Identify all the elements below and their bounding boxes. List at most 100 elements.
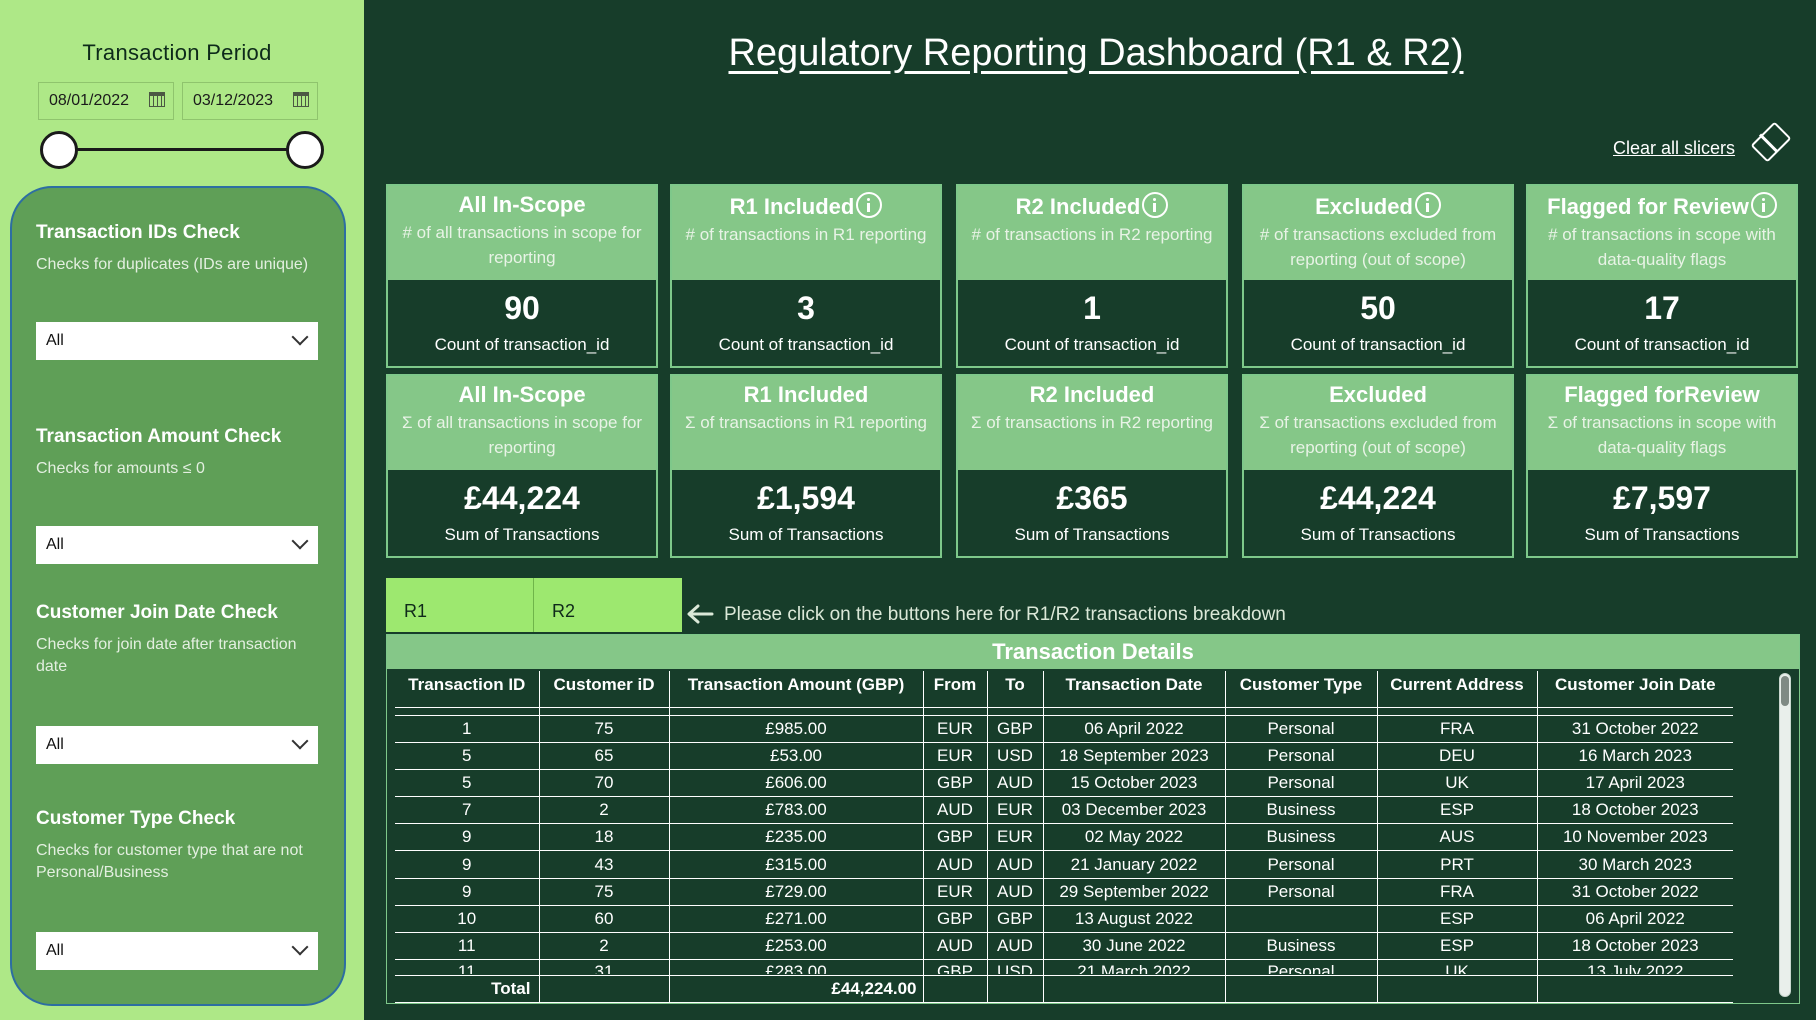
table-cell: 18 October 2023 — [1537, 932, 1733, 961]
table-cell: Personal — [1225, 850, 1378, 879]
breakdown-hint: Please click on the buttons here for R1/… — [724, 604, 1286, 625]
slider-start-handle[interactable] — [40, 131, 78, 169]
table-row[interactable]: 11 31 £283.00 GBP USD 21 March 2022 Personal UK… — [395, 959, 1733, 977]
table-cell: 18 October 2023 — [1537, 796, 1733, 825]
table-cell: £783.00 — [669, 796, 924, 825]
r2-button[interactable]: R2 — [534, 578, 682, 632]
table-cell: 03 December 2023 — [1043, 796, 1226, 825]
card-title: All In-Scope — [458, 382, 586, 407]
clear-slicers-button[interactable]: Clear all slicers — [1613, 138, 1735, 159]
table-cell: 13 July 2022 — [1537, 959, 1733, 977]
check-description: Checks for amounts ≤ 0 — [36, 460, 205, 477]
table-cell: Business — [1225, 932, 1378, 961]
table-cell — [1225, 905, 1378, 934]
table-cell: AUD — [987, 769, 1044, 798]
chevron-down-icon[interactable] — [291, 732, 309, 750]
info-icon[interactable] — [1142, 192, 1169, 218]
chevron-down-icon[interactable] — [291, 328, 309, 346]
table-scrollbar[interactable] — [1779, 673, 1791, 997]
table-row[interactable]: 9 75 £729.00 EUR AUD 29 September 2022 Persona… — [395, 878, 1733, 906]
table-cell: 60 — [539, 905, 670, 934]
table-cell: 31 October 2022 — [1537, 878, 1733, 906]
period-title: Transaction Period — [82, 40, 272, 65]
info-icon[interactable] — [1750, 192, 1777, 218]
table-cell: 10 November 2023 — [1537, 823, 1733, 852]
transaction-ids-dropdown[interactable]: All — [36, 322, 318, 360]
r1-button[interactable]: R1 — [386, 578, 534, 632]
table-cell: 17 April 2023 — [1537, 769, 1733, 798]
table-row[interactable]: 11 2 £253.00 AUD AUD 30 June 2022 Business ESP 1… — [395, 932, 1733, 961]
column-header[interactable]: Transaction Date — [1043, 671, 1226, 708]
calendar-icon[interactable] — [149, 92, 165, 107]
table-cell: EUR — [923, 742, 988, 770]
card-value: 1 — [1083, 290, 1101, 326]
table-cell: 10 — [395, 905, 540, 934]
column-header[interactable]: Customer Type — [1225, 671, 1378, 708]
chevron-down-icon[interactable] — [291, 532, 309, 550]
table-cell: 5 — [395, 742, 540, 770]
calendar-icon[interactable] — [293, 92, 309, 107]
card-value: 3 — [797, 290, 815, 326]
dropdown-value: All — [46, 536, 64, 553]
column-header[interactable]: To — [987, 671, 1044, 708]
card-description: Σ of all transactions in scope for repor… — [401, 413, 643, 457]
table-cell: AUD — [987, 850, 1044, 879]
scrollbar-thumb[interactable] — [1781, 676, 1789, 706]
eraser-icon[interactable] — [1750, 121, 1792, 163]
table-cell: ESP — [1377, 796, 1538, 825]
table-cell: 06 April 2022 — [1043, 715, 1226, 743]
end-date-input[interactable]: 03/12/2023 — [182, 82, 318, 120]
table-row[interactable]: 1 75 £985.00 EUR GBP 06 April 2022 Personal FRA… — [395, 715, 1733, 743]
table-cell: 65 — [539, 742, 670, 770]
check-description: Checks for customer type that are not Pe… — [36, 842, 303, 881]
table-row[interactable]: 9 43 £315.00 AUD AUD 21 January 2022 Personal P… — [395, 850, 1733, 879]
info-icon[interactable] — [856, 192, 883, 218]
transaction-amount-check: Transaction Amount Check Checks for amou… — [36, 426, 332, 564]
date-range-slider[interactable] — [60, 148, 306, 151]
table-cell: Personal — [1225, 959, 1378, 977]
dropdown-value: All — [46, 942, 64, 959]
table-row[interactable]: 5 70 £606.00 GBP AUD 15 October 2023 Personal U… — [395, 769, 1733, 798]
table-cell: 21 January 2022 — [1043, 850, 1226, 879]
card-caption: Sum of Transactions — [1014, 525, 1170, 544]
chevron-down-icon[interactable] — [291, 938, 309, 956]
column-header[interactable]: Transaction ID — [395, 671, 540, 708]
slider-end-handle[interactable] — [286, 131, 324, 169]
table-cell: 5 — [395, 769, 540, 798]
table-cell: 9 — [395, 823, 540, 852]
transaction-amount-dropdown[interactable]: All — [36, 526, 318, 564]
card-title: R2 Included — [1029, 382, 1155, 407]
table-cell: Personal — [1225, 715, 1378, 743]
table-row[interactable]: 10 60 £271.00 GBP GBP 13 August 2022 ESP 06 Apr… — [395, 905, 1733, 934]
card-caption: Count of transaction_id — [1004, 335, 1180, 354]
column-header[interactable]: From — [923, 671, 988, 708]
table-row[interactable]: 9 18 £235.00 GBP EUR 02 May 2022 Business AUS 10… — [395, 823, 1733, 852]
table-row[interactable]: 7 2 £783.00 AUD EUR 03 December 2023 Business E… — [395, 796, 1733, 825]
card-value: 90 — [504, 290, 540, 326]
card-value: £365 — [1056, 480, 1128, 516]
column-header[interactable]: Current Address — [1377, 671, 1538, 708]
table-row[interactable]: 5 65 £53.00 EUR USD 18 September 2023 Personal… — [395, 742, 1733, 770]
column-header[interactable]: Transaction Amount (GBP) — [669, 671, 924, 708]
card-title: R2 Included — [1015, 194, 1141, 219]
card-value: £44,224 — [1320, 480, 1436, 516]
start-date-input[interactable]: 08/01/2022 — [38, 82, 174, 120]
table-cell: Personal — [1225, 742, 1378, 770]
table-cell: 18 September 2023 — [1043, 742, 1226, 770]
column-header[interactable]: Customer iD — [539, 671, 670, 708]
column-header[interactable]: Customer Join Date — [1537, 671, 1733, 708]
table-cell: UK — [1377, 769, 1538, 798]
dropdown-value: All — [46, 332, 64, 349]
info-icon[interactable] — [1414, 192, 1441, 218]
table-cell: AUD — [987, 932, 1044, 961]
table-cell: £53.00 — [669, 742, 924, 770]
customer-type-dropdown[interactable]: All — [36, 932, 318, 970]
card-caption: Count of transaction_id — [434, 335, 610, 354]
table-cell: AUD — [923, 850, 988, 879]
customer-join-date-dropdown[interactable]: All — [36, 726, 318, 764]
table-cell: FRA — [1377, 715, 1538, 743]
table-cell: EUR — [923, 715, 988, 743]
table-cell: ESP — [1377, 905, 1538, 934]
table-cell: AUD — [923, 796, 988, 825]
table-cell: Business — [1225, 823, 1378, 852]
